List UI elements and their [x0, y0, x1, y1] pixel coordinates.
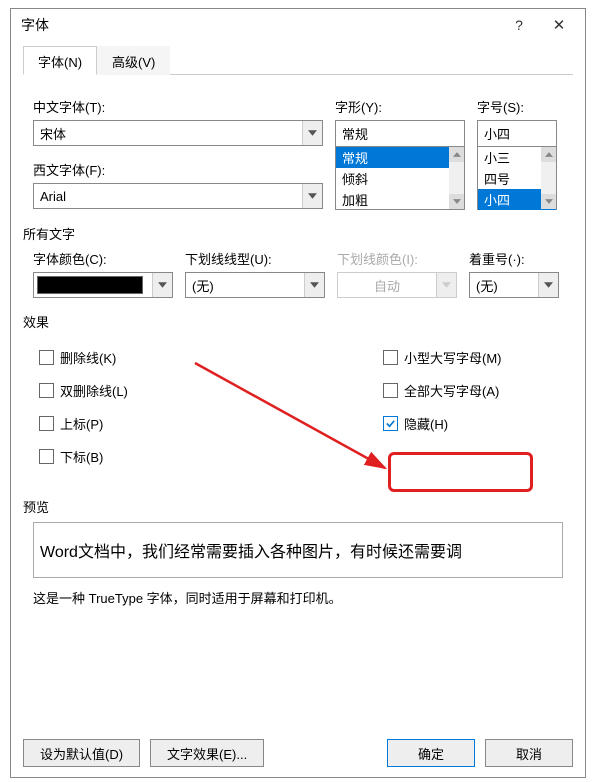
chevron-down-icon[interactable] [152, 273, 172, 297]
double-strike-checkbox[interactable]: 双删除线(L) [39, 381, 239, 400]
style-label: 字形(Y): [335, 97, 465, 116]
west-font-label: 西文字体(F): [33, 160, 323, 179]
tab-bar: 字体(N) 高级(V) [23, 45, 573, 75]
check-icon [383, 416, 398, 431]
preview-box: Word文档中，我们经常需要插入各种图片，有时候还需要调 [33, 522, 563, 578]
dialog-footer: 设为默认值(D) 文字效果(E)... 确定 取消 [23, 739, 573, 767]
cancel-button[interactable]: 取消 [485, 739, 573, 767]
chevron-down-icon[interactable] [538, 273, 558, 297]
underline-style-combo[interactable]: (无) [185, 272, 325, 298]
help-button[interactable]: ? [499, 11, 539, 39]
scrollbar[interactable] [541, 147, 556, 209]
preview-section: 预览 [23, 497, 563, 516]
dialog-title: 字体 [21, 15, 499, 35]
small-caps-checkbox[interactable]: 小型大写字母(M) [383, 348, 563, 367]
scroll-down-icon[interactable] [449, 194, 464, 209]
annotation-highlight [388, 452, 533, 492]
close-button[interactable]: ✕ [539, 11, 579, 39]
cn-font-combo[interactable]: 宋体 [33, 120, 323, 146]
size-label: 字号(S): [477, 97, 557, 116]
font-color-label: 字体颜色(C): [33, 249, 173, 268]
scrollbar[interactable] [449, 147, 464, 209]
font-color-combo[interactable] [33, 272, 173, 298]
set-default-button[interactable]: 设为默认值(D) [23, 739, 140, 767]
effects-section: 效果 [23, 312, 563, 331]
list-item[interactable]: 常规 [336, 147, 464, 168]
style-input[interactable]: 常规 [335, 120, 465, 146]
hidden-checkbox[interactable]: 隐藏(H) [383, 414, 563, 433]
color-swatch [37, 276, 143, 294]
font-dialog: 字体 ? ✕ 字体(N) 高级(V) 中文字体(T): 宋体 西文字体(F): … [10, 8, 586, 778]
tab-advanced[interactable]: 高级(V) [97, 46, 170, 75]
list-item[interactable]: 倾斜 [336, 168, 464, 189]
chevron-down-icon[interactable] [304, 273, 324, 297]
tab-font[interactable]: 字体(N) [23, 46, 97, 75]
preview-note: 这是一种 TrueType 字体，同时适用于屏幕和打印机。 [33, 588, 563, 607]
size-input[interactable]: 小四 [477, 120, 557, 146]
all-text-section: 所有文字 [23, 224, 563, 243]
ok-button[interactable]: 确定 [387, 739, 475, 767]
strikethrough-checkbox[interactable]: 删除线(K) [39, 348, 239, 367]
subscript-checkbox[interactable]: 下标(B) [39, 447, 239, 466]
chevron-down-icon[interactable] [302, 121, 322, 145]
size-listbox[interactable]: 小三 四号 小四 [477, 146, 557, 210]
all-caps-checkbox[interactable]: 全部大写字母(A) [383, 381, 563, 400]
underline-color-label: 下划线颜色(I): [337, 249, 457, 268]
chevron-down-icon [436, 273, 456, 297]
scroll-up-icon[interactable] [541, 147, 556, 162]
titlebar: 字体 ? ✕ [11, 9, 585, 41]
west-font-combo[interactable]: Arial [33, 183, 323, 209]
scroll-down-icon[interactable] [541, 194, 556, 209]
underline-color-combo: 自动 [337, 272, 457, 298]
list-item[interactable]: 加粗 [336, 189, 464, 210]
scroll-up-icon[interactable] [449, 147, 464, 162]
style-listbox[interactable]: 常规 倾斜 加粗 [335, 146, 465, 210]
text-effects-button[interactable]: 文字效果(E)... [150, 739, 264, 767]
superscript-checkbox[interactable]: 上标(P) [39, 414, 239, 433]
underline-style-label: 下划线线型(U): [185, 249, 325, 268]
chevron-down-icon[interactable] [302, 184, 322, 208]
emphasis-label: 着重号(·): [469, 249, 559, 268]
cn-font-label: 中文字体(T): [33, 97, 323, 116]
emphasis-combo[interactable]: (无) [469, 272, 559, 298]
